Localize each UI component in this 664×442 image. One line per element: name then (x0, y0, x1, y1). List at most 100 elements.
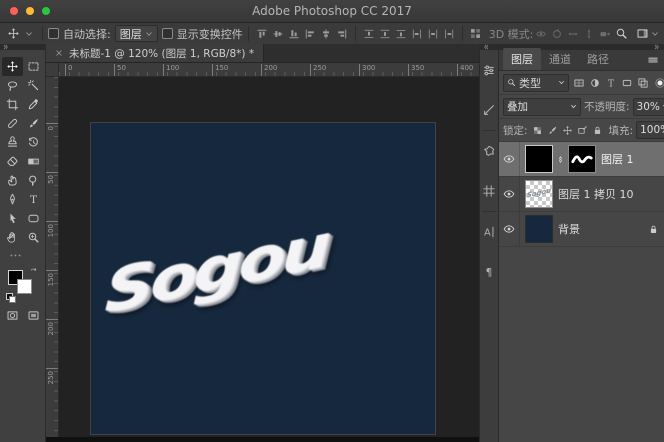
fill-dropdown[interactable]: 100% (636, 121, 664, 139)
edit-toolbar-ellipsis-icon[interactable] (7, 247, 23, 263)
lasso-tool-icon[interactable] (2, 76, 23, 95)
tab-图层[interactable]: 图层 (503, 48, 541, 70)
healing-brush-tool-icon[interactable] (2, 114, 23, 133)
auto-select-checkbox[interactable] (48, 28, 59, 39)
minimize-button[interactable] (26, 7, 34, 15)
layer-mask-thumbnail[interactable] (568, 145, 596, 173)
shapes-panel-icon[interactable] (480, 131, 498, 171)
layer-row-2[interactable]: Sogou 图层 1 拷贝 10 (499, 177, 664, 212)
visibility-toggle[interactable] (499, 177, 520, 211)
lock-position-icon[interactable] (561, 123, 574, 138)
visibility-toggle[interactable] (499, 212, 520, 246)
dist-top-icon[interactable] (361, 26, 377, 42)
blend-mode-dropdown[interactable]: 叠加 (503, 98, 581, 116)
lock-all-icon[interactable] (591, 123, 604, 138)
swap-colors-icon[interactable] (29, 267, 38, 276)
crop-tool-icon[interactable] (2, 95, 23, 114)
align-right-icon[interactable] (334, 26, 350, 42)
background-color-swatch[interactable] (17, 279, 32, 294)
quick-mask-icon[interactable] (2, 306, 23, 325)
dodge-tool-icon[interactable] (23, 171, 44, 190)
move-tool-icon[interactable] (2, 57, 23, 76)
tab-路径[interactable]: 路径 (579, 48, 617, 70)
character-panel-icon[interactable]: A (480, 212, 498, 252)
pen-tool-icon[interactable] (2, 190, 23, 209)
workspace-switcher-icon[interactable] (634, 26, 650, 42)
smudge-tool-icon[interactable] (2, 171, 23, 190)
lock-artboard-icon[interactable] (576, 123, 589, 138)
pan-3d-icon[interactable] (565, 26, 581, 42)
dist-right-icon[interactable] (441, 26, 457, 42)
screen-mode-icon[interactable] (23, 306, 44, 325)
smart-filter-icon[interactable] (635, 75, 650, 91)
align-bottom-icon[interactable] (286, 26, 302, 42)
marquee-tool-icon[interactable] (23, 57, 44, 76)
info-panel-icon[interactable] (480, 90, 498, 130)
close-button[interactable] (10, 7, 18, 15)
hand-tool-icon[interactable] (2, 228, 23, 247)
expand-panels-icon[interactable] (483, 44, 489, 50)
adjustments-panel-icon[interactable] (480, 50, 498, 90)
brush-tool-icon[interactable] (23, 114, 44, 133)
gradient-tool-icon[interactable] (23, 152, 44, 171)
zoom-button[interactable] (42, 7, 50, 15)
canvas[interactable]: Sogou (91, 123, 435, 434)
shape-tool-icon[interactable] (23, 209, 44, 228)
align-top-icon[interactable] (254, 26, 270, 42)
dist-bottom-icon[interactable] (393, 26, 409, 42)
magic-wand-tool-icon[interactable] (23, 76, 44, 95)
eraser-tool-icon[interactable] (2, 152, 23, 171)
move-tool-options-icon (5, 26, 21, 42)
show-transform-checkbox[interactable] (162, 28, 173, 39)
auto-select-dropdown[interactable]: 图层 (115, 25, 158, 42)
filter-toggle-icon[interactable] (652, 75, 664, 91)
layer-thumbnail[interactable] (525, 145, 553, 173)
clone-stamp-tool-icon[interactable] (2, 133, 23, 152)
panel-menu-icon[interactable] (647, 54, 659, 66)
history-brush-tool-icon[interactable] (23, 133, 44, 152)
default-colors-icon[interactable] (6, 293, 14, 301)
ruler-tick (46, 172, 58, 173)
lock-pixels-icon[interactable] (546, 123, 559, 138)
path-select-tool-icon[interactable] (2, 209, 23, 228)
opacity-dropdown[interactable]: 30% (633, 98, 664, 116)
search-icon[interactable] (613, 26, 629, 42)
auto-align-icon[interactable] (468, 26, 484, 42)
zoom-tool-icon[interactable] (23, 228, 44, 247)
roll-3d-icon[interactable] (549, 26, 565, 42)
pixel-filter-icon[interactable] (571, 75, 586, 91)
eye-icon (503, 188, 515, 200)
paragraph-panel-icon[interactable]: ¶ (480, 252, 498, 292)
filter-kind-dropdown[interactable]: 类型 (503, 74, 569, 92)
align-hcenter-icon[interactable] (318, 26, 334, 42)
type-filter-icon[interactable]: T (603, 75, 618, 91)
slide-3d-icon[interactable] (581, 26, 597, 42)
close-icon[interactable] (55, 49, 63, 57)
chevron-down-icon[interactable] (650, 26, 659, 42)
layer-thumbnail[interactable]: Sogou (525, 180, 553, 208)
mask-link-icon[interactable] (556, 155, 565, 164)
layer-row-1[interactable]: 图层 1 (499, 142, 664, 177)
layer-thumbnail[interactable] (525, 215, 553, 243)
glyphs-panel-icon[interactable] (480, 171, 498, 211)
dist-hcenter-icon[interactable] (425, 26, 441, 42)
adjustment-filter-icon[interactable] (587, 75, 602, 91)
dist-vcenter-icon[interactable] (377, 26, 393, 42)
lock-transparency-icon[interactable] (531, 123, 544, 138)
dist-left-icon[interactable] (409, 26, 425, 42)
dolly-3d-icon[interactable] (597, 26, 613, 42)
toolbar-collapse-icon[interactable] (3, 44, 9, 50)
tool-preset-chevron-icon[interactable] (21, 26, 37, 42)
ruler-tick (46, 319, 58, 320)
type-tool-icon[interactable]: T (23, 190, 44, 209)
shape-filter-icon[interactable] (619, 75, 634, 91)
tab-通道[interactable]: 通道 (541, 48, 579, 70)
align-left-icon[interactable] (302, 26, 318, 42)
right-column: A¶ 图层通道路径 类型 T (479, 44, 664, 442)
orbit-3d-icon[interactable] (533, 26, 549, 42)
layer-row-3[interactable]: 背景 (499, 212, 664, 247)
eyedropper-tool-icon[interactable] (23, 95, 44, 114)
visibility-toggle[interactable] (499, 142, 520, 176)
align-vcenter-icon[interactable] (270, 26, 286, 42)
document-tab[interactable]: 未标题-1 @ 120% (图层 1, RGB/8*) * (46, 44, 264, 62)
